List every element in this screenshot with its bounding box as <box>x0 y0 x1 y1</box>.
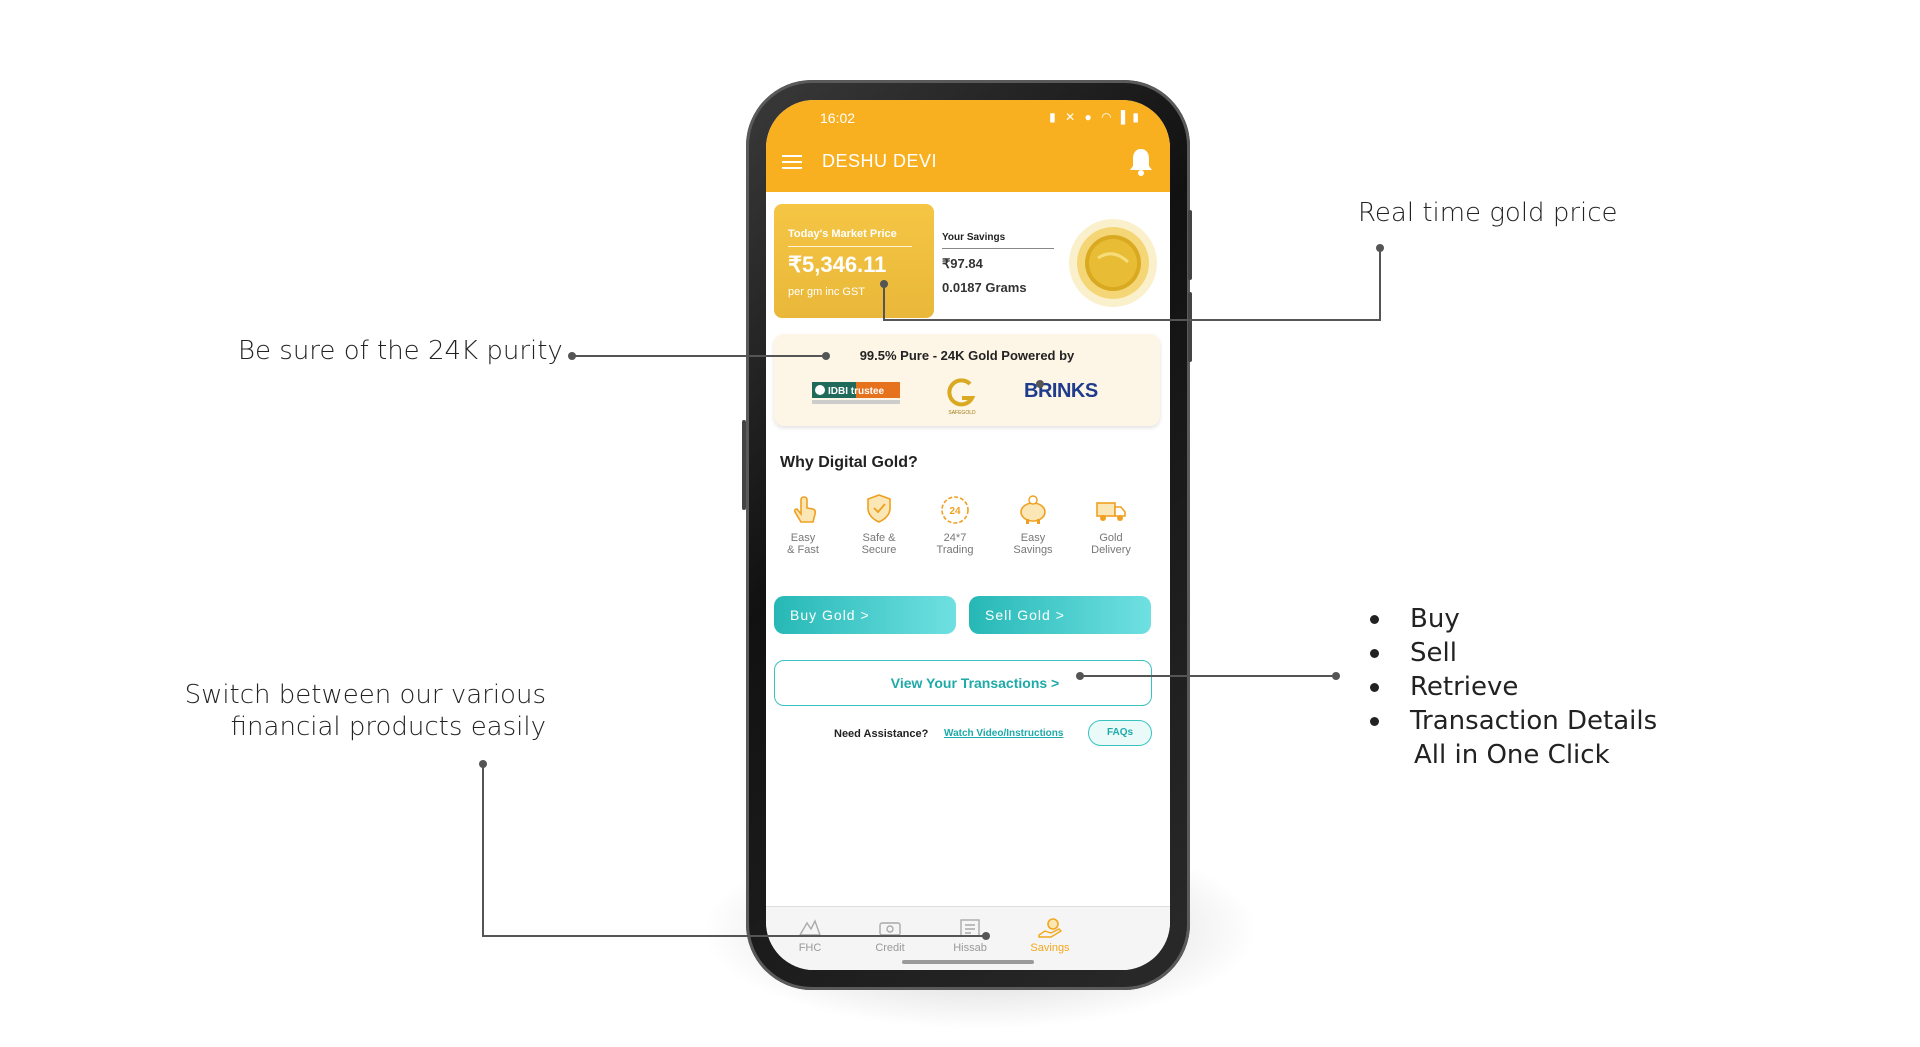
feature-label: Easy & Fast <box>787 532 819 556</box>
feature-safe-secure: Safe & Secure <box>844 492 914 556</box>
feature-label: Gold Delivery <box>1091 532 1131 556</box>
feature-label: Easy Savings <box>1013 532 1053 556</box>
svg-text:SAFEGOLD: SAFEGOLD <box>948 410 976 416</box>
fhc-icon <box>798 919 821 936</box>
bullet-tail: All in One Click <box>1414 740 1610 770</box>
savings-icon <box>1038 918 1063 938</box>
piggy-bank-icon <box>1020 495 1046 524</box>
nav-label: FHC <box>798 942 822 954</box>
phone-side-button <box>742 420 746 510</box>
annotation-switch-line1: Switch between our various <box>184 680 546 710</box>
hissab-icon <box>960 919 980 937</box>
bullet-item: Sell <box>1370 636 1657 670</box>
truck-icon <box>1096 502 1126 521</box>
bell-icon[interactable] <box>1128 146 1154 176</box>
nav-label: Savings <box>1030 942 1070 954</box>
sell-gold-button[interactable]: Sell Gold > <box>969 596 1151 634</box>
nav-item-hissab[interactable]: Hissab <box>930 917 1010 954</box>
nav-label: Credit <box>875 942 905 954</box>
svg-text:24: 24 <box>949 506 961 517</box>
nav-item-credit[interactable]: Credit <box>850 917 930 954</box>
safegold-logo: SAFEGOLD <box>947 378 976 416</box>
clock-24-icon: 24 <box>941 496 969 524</box>
annotation-switch: Switch between our various financial pro… <box>180 680 546 742</box>
brinks-logo-text: BRINKS <box>1024 380 1098 402</box>
tap-icon <box>793 496 817 523</box>
purity-title: 99.5% Pure - 24K Gold Powered by <box>859 348 1075 363</box>
annotation-switch-line2: financial products easily <box>230 712 546 742</box>
feature-gold-delivery: Gold Delivery <box>1076 492 1146 556</box>
divider <box>942 248 1054 249</box>
feature-label: 24*7 Trading <box>936 532 974 556</box>
nav-item-fhc[interactable]: FHC <box>770 917 850 954</box>
bullet-item: Transaction Details <box>1370 704 1657 738</box>
shield-hand-icon <box>867 494 891 523</box>
watch-video-link[interactable]: Watch Video/Instructions <box>944 728 1063 739</box>
savings-amount: ₹97.84 <box>942 256 983 271</box>
savings-grams: 0.0187 Grams <box>942 280 1027 295</box>
divider <box>788 246 912 247</box>
gold-coin-icon <box>1069 219 1157 307</box>
home-indicator <box>902 960 1034 964</box>
faqs-button[interactable]: FAQs <box>1088 720 1152 746</box>
user-name: DESHU DEVI <box>822 151 938 171</box>
phone-side-button <box>1188 210 1192 280</box>
feature-easy-fast: Easy & Fast <box>768 492 838 556</box>
hamburger-menu-icon[interactable] <box>782 155 802 169</box>
market-price-card: Today's Market Price ₹5,346.11 per gm in… <box>774 204 934 318</box>
phone-screen: 16:02 ▮ ✕ ● ◠ ▌▮ DESHU DEVI Today's Mark… <box>766 100 1170 970</box>
view-transactions-button[interactable]: View Your Transactions > <box>774 660 1152 706</box>
why-digital-gold-title: Why Digital Gold? <box>780 454 918 471</box>
annotation-bullet-list: Buy Sell Retrieve Transaction Details Al… <box>1370 602 1657 772</box>
idbi-trustee-logo: IDBI trustee <box>812 382 900 404</box>
feature-easy-savings: Easy Savings <box>998 492 1068 556</box>
status-icons: ▮ ✕ ● ◠ ▌▮ <box>1049 110 1142 124</box>
market-price-value: ₹5,346.11 <box>788 252 887 277</box>
feature-24-7-trading: 24 24*7 Trading <box>920 492 990 556</box>
nav-item-savings[interactable]: Savings <box>1010 917 1090 954</box>
phone-side-button <box>1188 292 1192 362</box>
credit-icon <box>879 922 901 936</box>
annotation-gold-price: Real time gold price <box>1358 198 1618 228</box>
market-price-unit: per gm inc GST <box>788 286 866 298</box>
bullet-item: Retrieve <box>1370 670 1657 704</box>
buy-gold-button[interactable]: Buy Gold > <box>774 596 956 634</box>
app-header: 16:02 ▮ ✕ ● ◠ ▌▮ DESHU DEVI <box>766 100 1170 192</box>
market-price-label: Today's Market Price <box>788 228 897 240</box>
purity-card: 99.5% Pure - 24K Gold Powered by IDBI tr… <box>774 334 1160 426</box>
status-time: 16:02 <box>820 110 856 126</box>
feature-label: Safe & Secure <box>861 532 897 556</box>
nav-label: Hissab <box>953 942 987 954</box>
brinks-logo: BRINKS <box>1024 380 1098 403</box>
bullet-item: Buy <box>1370 602 1657 636</box>
annotation-purity: Be sure of the 24K purity <box>238 336 563 366</box>
savings-label: Your Savings <box>942 232 1006 243</box>
need-assistance-label: Need Assistance? <box>834 728 929 740</box>
svg-text:IDBI trustee: IDBI trustee <box>828 386 885 397</box>
